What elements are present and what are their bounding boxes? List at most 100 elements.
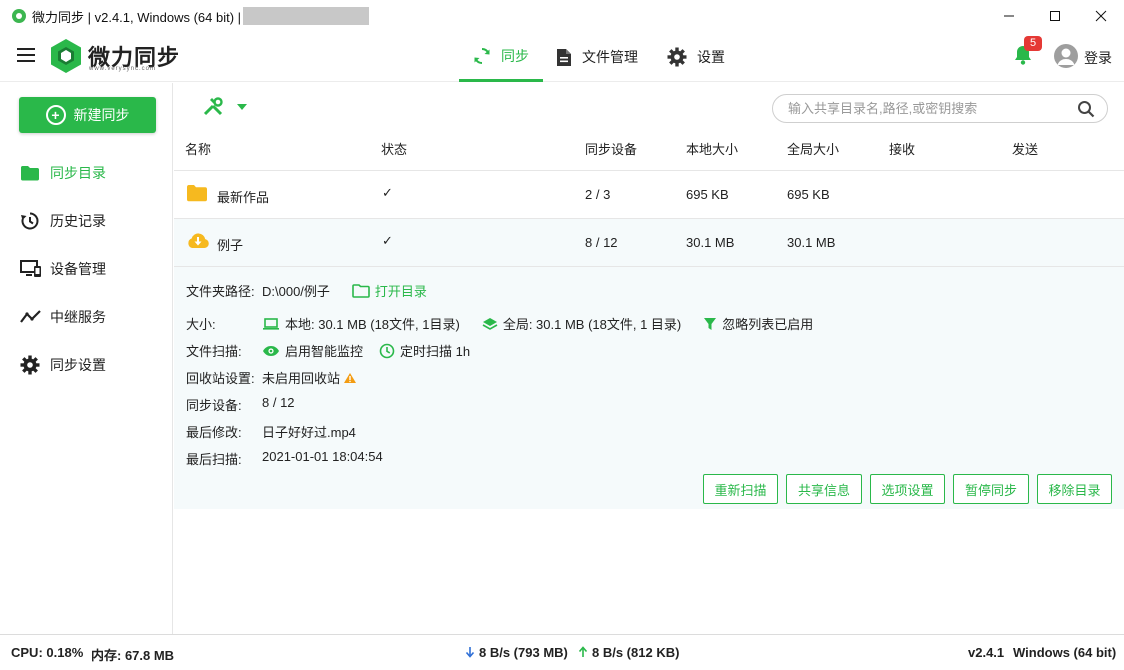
tab-sync-label: 同步 [501,47,529,64]
recycle-value: 未启用回收站 [262,371,341,386]
column-devices[interactable]: 同步设备 [585,139,637,158]
sidebar-item-sync-settings[interactable]: 同步设置 [20,353,106,377]
global-size-detail: 全局: 30.1 MB (18文件, 1 目录) [502,317,682,332]
upload-speed: 8 B/s (812 KB) [592,645,680,660]
maximize-button[interactable] [1032,0,1078,32]
redacted-area [243,7,370,25]
gear-icon [667,47,687,67]
options-button[interactable]: 选项设置 [870,474,945,504]
table-row[interactable]: 例子 ✓ 8 / 12 30.1 MB 30.1 MB [174,219,1124,267]
scanned-value: 2021-01-01 18:04:54 [262,449,383,464]
relay-icon [20,309,42,325]
devices-icon [20,259,42,279]
path-label: 文件夹路径: [186,284,255,299]
sync-icon [473,47,491,65]
os-label: Windows (64 bit) [1013,645,1117,660]
folder-name: 例子 [217,238,244,253]
modified-value: 日子好好过.mp4 [262,425,356,440]
tab-settings[interactable]: 设置 [667,32,725,82]
column-local-size[interactable]: 本地大小 [686,139,738,158]
folder-icon [186,184,208,205]
avatar[interactable] [1054,44,1078,68]
logo-icon [51,39,81,73]
column-send[interactable]: 发送 [1012,139,1038,158]
column-global-size[interactable]: 全局大小 [787,139,839,158]
rescan-button[interactable]: 重新扫描 [703,474,778,504]
recycle-label: 回收站设置: [186,371,255,386]
login-link[interactable]: 登录 [1084,48,1112,68]
ignore-list-group[interactable]: 忽略列表已启用 [703,314,813,333]
app-icon [12,9,26,23]
sidebar-item-relay[interactable]: 中继服务 [20,305,106,329]
sidebar-item-devices[interactable]: 设备管理 [20,257,106,281]
smart-monitor-status: 启用智能监控 [285,344,364,359]
global-size-value: 30.1 MB [787,235,836,250]
eye-icon [263,345,279,356]
open-directory-label: 打开目录 [374,284,427,299]
devices-value: 8 / 12 [585,235,618,250]
search-icon[interactable] [1077,100,1095,121]
cloud-download-icon [186,232,210,253]
local-size-detail: 本地: 30.1 MB (18文件, 1目录) [285,317,460,332]
sidebar-item-label: 中继服务 [50,309,106,325]
title-bar: 微力同步 | v2.4.1, Windows (64 bit) | [0,0,1124,32]
share-info-button[interactable]: 共享信息 [786,474,862,504]
layers-icon [482,317,498,330]
folder-name: 最新作品 [217,190,270,205]
global-size-group: 全局: 30.1 MB (18文件, 1 目录) [482,314,681,333]
folder-detail-panel: 文件夹路径: D:\000/例子 打开目录 大小: 本地: 30.1 MB (1… [174,267,1124,509]
minimize-button[interactable] [986,0,1032,32]
memory-usage: 内存: 67.8 MB [91,648,175,663]
column-status[interactable]: 状态 [381,139,407,158]
pause-sync-button[interactable]: 暂停同步 [953,474,1029,504]
sidebar-item-label: 同步设置 [50,357,106,373]
status-check-icon: ✓ [382,233,393,248]
brand-url: www.verysync.com [89,66,157,72]
window-title: 微力同步 | v2.4.1, Windows (64 bit) | [32,9,242,25]
devices-label: 同步设备: [186,398,242,413]
sidebar-item-label: 历史记录 [50,213,106,229]
tab-file-management[interactable]: 文件管理 [556,32,638,82]
status-bar: CPU: 0.18% 内存: 67.8 MB 8 B/s (793 MB) 8 … [0,634,1124,670]
devices-value: 2 / 3 [585,187,611,202]
notification-badge: 5 [1024,36,1042,51]
file-icon [556,48,572,67]
tab-sync[interactable]: 同步 [459,32,543,82]
close-button[interactable] [1078,0,1124,32]
column-name[interactable]: 名称 [185,139,211,158]
table-row[interactable]: 最新作品 ✓ 2 / 3 695 KB 695 KB [174,171,1124,219]
status-check-icon: ✓ [382,185,393,200]
search-input[interactable] [788,101,1068,116]
remove-folder-button[interactable]: 移除目录 [1037,474,1112,504]
open-directory-link[interactable]: 打开目录 [352,281,427,300]
sidebar: + 新建同步 同步目录 历史记录 设备管理 中继服务 同步设置 [0,83,173,634]
smart-monitor-group: 启用智能监控 [262,341,363,360]
gear-icon [20,355,42,375]
timed-scan-value: 定时扫描 1h [400,344,471,359]
size-row: 本地: 30.1 MB (18文件, 1目录) 全局: 30.1 MB (18文… [262,314,835,333]
devices-row: 8 / 12 [262,395,295,410]
download-arrow-icon [465,646,475,661]
search-box[interactable] [772,94,1108,123]
global-size-value: 695 KB [787,187,830,202]
sidebar-item-sync-folders[interactable]: 同步目录 [20,161,106,185]
tab-file-management-label: 文件管理 [582,49,638,65]
version-label: v2.4.1 [968,645,1005,660]
cpu-usage: CPU: 0.18% [11,645,84,660]
menu-icon[interactable] [17,48,35,62]
history-icon [20,211,42,231]
modified-label: 最后修改: [186,425,242,440]
sidebar-item-label: 同步目录 [50,165,106,181]
column-receive[interactable]: 接收 [889,139,915,158]
devices-detail-value: 8 / 12 [262,395,295,410]
new-sync-button[interactable]: + 新建同步 [19,97,156,133]
upload-arrow-icon [578,646,588,661]
new-sync-label: 新建同步 [73,107,130,123]
sidebar-item-history[interactable]: 历史记录 [20,209,106,233]
main-content: 名称 状态 同步设备 本地大小 全局大小 接收 发送 最新作品 ✓ 2 / 3 … [174,83,1124,634]
laptop-icon [263,317,279,330]
minimize-icon [1004,15,1014,17]
tab-settings-label: 设置 [697,49,725,65]
tools-dropdown[interactable] [202,97,248,117]
close-icon [1095,10,1107,22]
